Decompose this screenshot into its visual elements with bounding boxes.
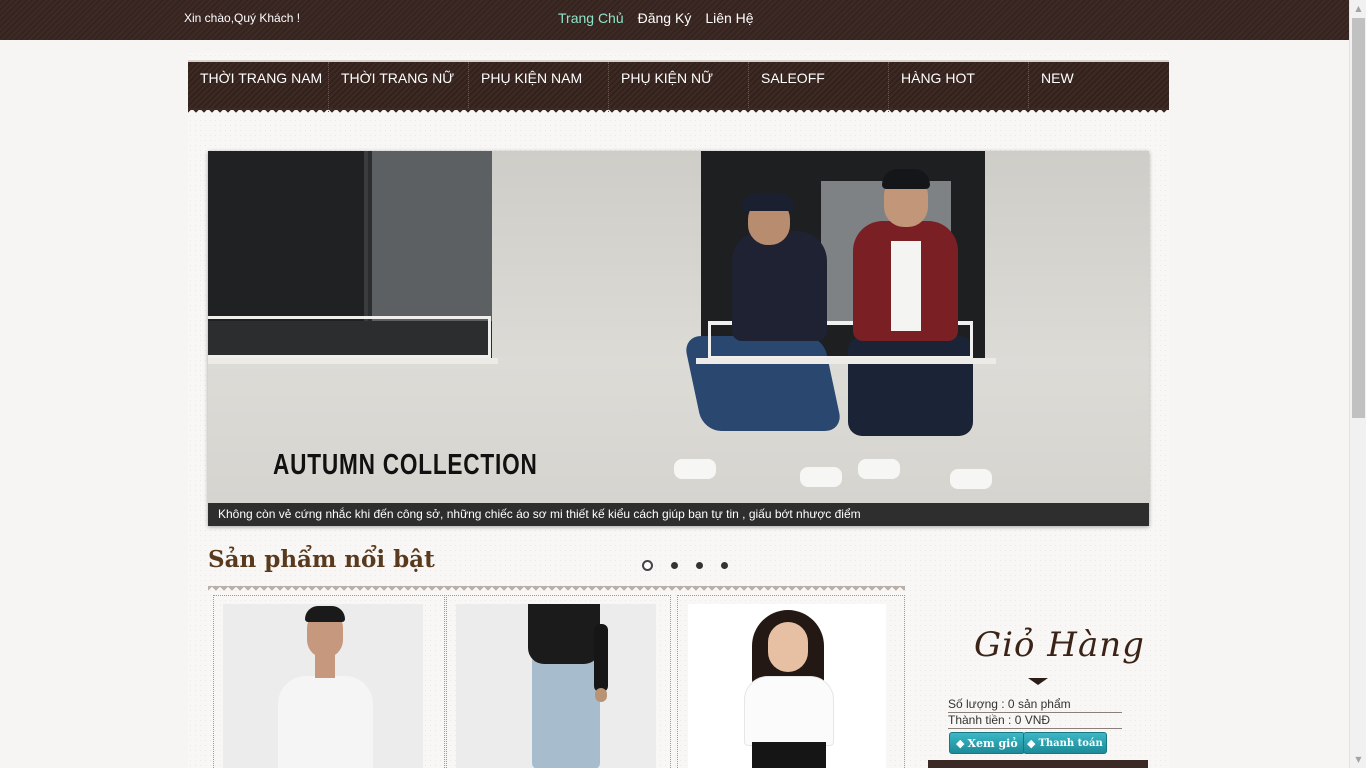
product-card[interactable] xyxy=(446,595,671,768)
cart-arrow-icon xyxy=(1028,678,1048,685)
slider-dot-4[interactable] xyxy=(721,562,728,569)
products-zigzag-border xyxy=(208,586,905,593)
main-container: THỜI TRANG NAM THỜI TRANG NỮ PHỤ KIỆN NA… xyxy=(188,53,1169,768)
product-image[interactable] xyxy=(223,604,423,768)
cart-quantity: Số lượng : 0 sản phẩm xyxy=(948,697,1122,713)
product-card[interactable] xyxy=(677,595,905,768)
slider-dots xyxy=(642,560,728,571)
slider-dot-2[interactable] xyxy=(671,562,678,569)
link-home[interactable]: Trang Chủ xyxy=(558,10,624,26)
cart-total: Thành tiền : 0 VNĐ xyxy=(948,713,1122,729)
slider-dot-1[interactable] xyxy=(642,560,653,571)
product-card[interactable] xyxy=(213,595,445,768)
banner-title: AUTUMN COLLECTION xyxy=(273,449,538,481)
featured-products-title: Sản phẩm nổi bật xyxy=(208,546,435,573)
diamond-icon: ◆ xyxy=(956,736,965,750)
link-register[interactable]: Đăng Ký xyxy=(638,10,692,26)
nav-item-women-fashion[interactable]: THỜI TRANG NỮ xyxy=(328,62,468,112)
checkout-label: Thanh toán xyxy=(1038,737,1103,749)
checkout-button[interactable]: ◆ Thanh toán xyxy=(1023,732,1107,754)
cart-footer-bar xyxy=(928,760,1148,768)
nav-item-saleoff[interactable]: SALEOFF xyxy=(748,62,888,112)
product-image[interactable] xyxy=(456,604,656,768)
scroll-up-arrow-icon[interactable]: ▲ xyxy=(1350,0,1366,17)
link-contact[interactable]: Liên Hệ xyxy=(705,10,753,26)
nav-item-men-accessories[interactable]: PHỤ KIỆN NAM xyxy=(468,62,608,112)
diamond-icon: ◆ xyxy=(1027,736,1036,750)
scroll-down-arrow-icon[interactable]: ▼ xyxy=(1350,751,1366,768)
top-bar: Xin chào,Quý Khách ! Trang Chủ Đăng Ký L… xyxy=(0,0,1349,40)
nav-item-hot[interactable]: HÀNG HOT xyxy=(888,62,1028,112)
view-cart-button[interactable]: ◆ Xem giỏ xyxy=(949,732,1025,754)
nav-zigzag-border xyxy=(188,108,1169,114)
product-image[interactable] xyxy=(688,604,886,768)
top-links: Trang Chủ Đăng Ký Liên Hệ xyxy=(558,10,754,26)
greeting-text: Xin chào,Quý Khách ! xyxy=(184,11,301,25)
view-cart-label: Xem giỏ xyxy=(967,736,1018,750)
main-nav: THỜI TRANG NAM THỜI TRANG NỮ PHỤ KIỆN NA… xyxy=(188,60,1169,112)
nav-item-men-fashion[interactable]: THỜI TRANG NAM xyxy=(188,62,328,112)
page-scrollbar[interactable]: ▲ ▼ xyxy=(1349,0,1366,768)
nav-item-new[interactable]: NEW xyxy=(1028,62,1168,112)
banner-caption: Không còn vẻ cứng nhắc khi đến công sở, … xyxy=(208,503,1149,526)
nav-item-women-accessories[interactable]: PHỤ KIỆN NỮ xyxy=(608,62,748,112)
scroll-thumb[interactable] xyxy=(1352,18,1365,418)
cart-title: Giỏ Hàng xyxy=(974,625,1145,665)
slider-dot-3[interactable] xyxy=(696,562,703,569)
hero-banner[interactable]: AUTUMN COLLECTION Không còn vẻ cứng nhắc… xyxy=(208,151,1149,526)
